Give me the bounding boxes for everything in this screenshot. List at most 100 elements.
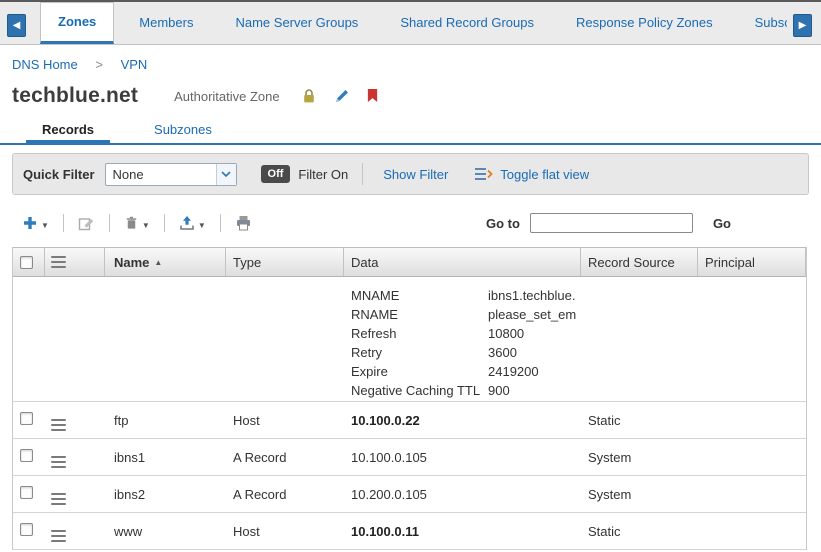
row-menu-icon[interactable] xyxy=(51,456,66,468)
table-row[interactable]: ftp Host 10.100.0.22 Static xyxy=(13,402,806,439)
menu-column-header[interactable] xyxy=(45,248,105,276)
record-source: Static xyxy=(588,413,621,428)
add-button[interactable]: ▼ xyxy=(22,215,49,231)
soa-detail-line: Retry 3600 xyxy=(351,343,581,362)
breadcrumb: DNS Home > VPN xyxy=(0,45,821,75)
flat-view-icon[interactable] xyxy=(474,166,493,182)
go-button[interactable]: Go xyxy=(713,216,731,231)
divider xyxy=(220,214,221,232)
table-row[interactable]: www Host 10.100.0.11 Static xyxy=(13,513,806,550)
records-table: Name ▲ Type Data Record Source Principal… xyxy=(12,247,807,550)
tab-shared-record-groups[interactable]: Shared Record Groups xyxy=(383,2,551,44)
record-source: System xyxy=(588,487,631,502)
row-checkbox[interactable] xyxy=(20,486,33,499)
soa-detail-line: MNAME ibns1.techblue. xyxy=(351,286,581,305)
lock-icon[interactable] xyxy=(302,88,318,104)
soa-detail-list: MNAME ibns1.techblue. RNAME please_set_e… xyxy=(351,286,581,400)
soa-detail-line: Refresh 10800 xyxy=(351,324,581,343)
export-button[interactable]: ▼ xyxy=(179,215,206,231)
printer-icon xyxy=(235,215,252,231)
row-menu-icon[interactable] xyxy=(51,493,66,505)
column-header-type[interactable]: Type xyxy=(226,248,344,276)
column-header-data[interactable]: Data xyxy=(344,248,581,276)
tab-label: Members xyxy=(139,15,193,30)
filter-on-toggle[interactable]: Off xyxy=(261,165,291,183)
divider xyxy=(362,163,363,185)
breadcrumb-vpn[interactable]: VPN xyxy=(121,57,148,72)
column-header-record-source[interactable]: Record Source xyxy=(581,248,698,276)
edit-button[interactable] xyxy=(78,215,95,231)
app-window: ◀ Zones Members Name Server Groups Share… xyxy=(0,0,821,552)
right-arrow-icon: ▶ xyxy=(799,15,807,36)
row-menu-icon[interactable] xyxy=(51,419,66,431)
table-row-soa-detail[interactable]: MNAME ibns1.techblue. RNAME please_set_e… xyxy=(13,277,806,402)
quick-filter-select[interactable]: None xyxy=(105,163,237,186)
tab-members[interactable]: Members xyxy=(122,2,210,44)
tab-subzones[interactable]: Subzones xyxy=(138,117,228,143)
main-tabs: Zones Members Name Server Groups Shared … xyxy=(36,2,787,44)
goto-label: Go to xyxy=(486,216,520,231)
soa-field-value: 900 xyxy=(488,381,510,400)
quick-filter-label: Quick Filter xyxy=(23,167,95,182)
tab-name-server-groups[interactable]: Name Server Groups xyxy=(218,2,375,44)
chevron-down-icon xyxy=(216,164,236,185)
soa-field-value: please_set_em xyxy=(488,305,576,324)
select-all-checkbox[interactable] xyxy=(20,256,33,269)
page-title: techblue.net xyxy=(12,84,138,108)
tab-label: Name Server Groups xyxy=(235,15,358,30)
tab-response-policy-zones[interactable]: Response Policy Zones xyxy=(559,2,730,44)
column-header-name[interactable]: Name ▲ xyxy=(105,248,226,276)
soa-field-value: ibns1.techblue. xyxy=(488,286,575,305)
soa-field-value: 3600 xyxy=(488,343,517,362)
print-button[interactable] xyxy=(235,215,252,231)
show-filter-link[interactable]: Show Filter xyxy=(383,167,448,182)
column-header-principal[interactable]: Principal xyxy=(698,248,806,276)
goto-input[interactable] xyxy=(530,213,693,233)
tab-zones[interactable]: Zones xyxy=(40,2,114,44)
record-type: Host xyxy=(233,413,260,428)
soa-detail-line: Expire 2419200 xyxy=(351,362,581,381)
caret-down-icon: ▼ xyxy=(198,221,206,231)
row-checkbox[interactable] xyxy=(20,449,33,462)
tab-records[interactable]: Records xyxy=(26,117,110,143)
export-icon xyxy=(179,215,195,231)
row-menu-icon[interactable] xyxy=(51,530,66,542)
tab-scroll-left-button[interactable]: ◀ xyxy=(7,14,26,37)
soa-field-value: 2419200 xyxy=(488,362,539,381)
record-data: 10.100.0.105 xyxy=(351,450,427,465)
filter-bar: Quick Filter None Off Filter On Show Fil… xyxy=(12,153,809,195)
toggle-flat-view-link[interactable]: Toggle flat view xyxy=(500,167,589,182)
row-checkbox[interactable] xyxy=(20,412,33,425)
row-checkbox[interactable] xyxy=(20,523,33,536)
title-bar: techblue.net Authoritative Zone xyxy=(0,75,821,117)
flag-bookmark-icon[interactable] xyxy=(366,88,382,104)
select-all-header[interactable] xyxy=(13,248,45,276)
record-source: System xyxy=(588,450,631,465)
tab-label: Subscriber S xyxy=(755,15,787,30)
tab-scroll-right-button[interactable]: ▶ xyxy=(793,14,812,37)
table-row[interactable]: ibns1 A Record 10.100.0.105 System xyxy=(13,439,806,476)
goto-group: Go to Go xyxy=(486,213,809,233)
menu-icon xyxy=(51,256,66,268)
plus-icon xyxy=(22,215,38,231)
soa-field-value: 10800 xyxy=(488,324,524,343)
record-name: ibns2 xyxy=(114,487,145,502)
tab-subscriber-services[interactable]: Subscriber S xyxy=(738,2,787,44)
soa-detail-line: RNAME please_set_em xyxy=(351,305,581,324)
tab-label: Shared Record Groups xyxy=(400,15,534,30)
main-tab-bar: ◀ Zones Members Name Server Groups Share… xyxy=(0,0,821,45)
delete-button[interactable]: ▼ xyxy=(124,215,150,231)
record-type: A Record xyxy=(233,487,286,502)
zone-type-label: Authoritative Zone xyxy=(174,89,280,104)
divider xyxy=(63,214,64,232)
toolbar: ▼ ▼ ▼ Go to Go xyxy=(0,195,821,247)
breadcrumb-dns-home[interactable]: DNS Home xyxy=(12,57,78,72)
soa-field-label: Retry xyxy=(351,343,488,362)
caret-down-icon: ▼ xyxy=(142,221,150,231)
table-row[interactable]: ibns2 A Record 10.200.0.105 System xyxy=(13,476,806,513)
edit-pencil-icon[interactable] xyxy=(334,88,350,104)
divider xyxy=(109,214,110,232)
table-body: ftp Host 10.100.0.22 Static ibns1 A Reco… xyxy=(13,402,806,550)
record-source: Static xyxy=(588,524,621,539)
record-name: ibns1 xyxy=(114,450,145,465)
